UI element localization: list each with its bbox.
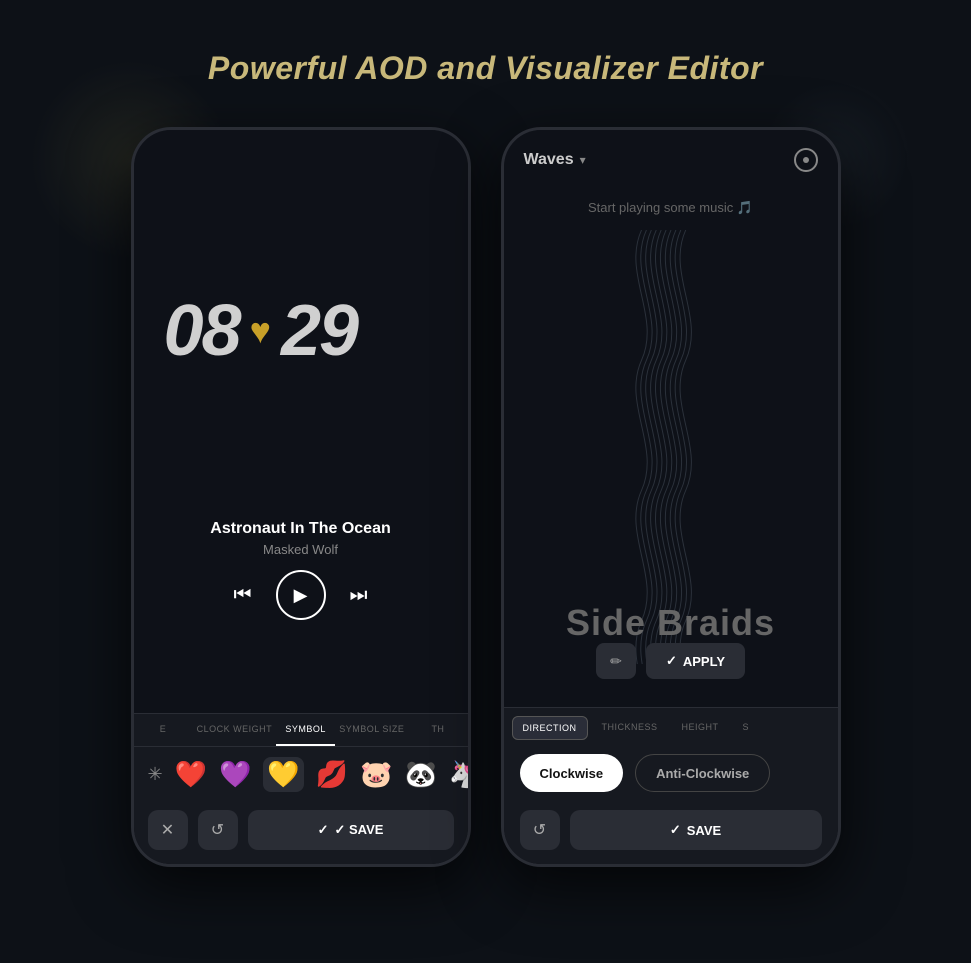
- clockwise-label: Clockwise: [540, 766, 604, 781]
- apply-checkmark-icon: ✓: [666, 653, 677, 669]
- tab-s[interactable]: S: [733, 716, 760, 740]
- right-phone: Waves ▾ Start playing some music 🎵: [501, 127, 841, 867]
- right-tab-bar: DIRECTION THICKNESS HEIGHT S: [504, 708, 838, 740]
- left-action-bar: ✕ ↺ ✓ ✓ SAVE: [134, 802, 468, 864]
- tab-e[interactable]: E: [134, 714, 193, 746]
- emoji-lips[interactable]: 💋: [316, 759, 348, 790]
- right-action-bar: ↺ ✓ SAVE: [504, 806, 838, 864]
- song-info: Astronaut In The Ocean Masked Wolf: [134, 520, 468, 557]
- tab-direction[interactable]: DIRECTION: [512, 716, 588, 740]
- visualizer: [504, 230, 838, 664]
- reset-button[interactable]: ↺: [198, 810, 238, 850]
- tab-height[interactable]: HEIGHT: [672, 716, 729, 740]
- next-button[interactable]: ⏭: [350, 584, 368, 607]
- emoji-pig[interactable]: 🐷: [360, 759, 392, 790]
- right-bottom-panel: DIRECTION THICKNESS HEIGHT S Clockwise A…: [504, 707, 838, 864]
- apply-button[interactable]: ✓ APPLY: [646, 643, 745, 679]
- page-title: Powerful AOD and Visualizer Editor: [208, 50, 763, 87]
- right-save-checkmark-icon: ✓: [670, 822, 681, 838]
- clock-hours: 08: [164, 290, 240, 372]
- emoji-row: ✳ ❤️ 💜 💛 💋 🐷 🐼 🦄: [134, 747, 468, 802]
- song-title: Astronaut In The Ocean: [134, 520, 468, 538]
- anti-clockwise-label: Anti-Clockwise: [656, 766, 749, 781]
- emoji-heart-red[interactable]: ❤️: [175, 759, 207, 790]
- save-label: ✓ SAVE: [334, 822, 383, 838]
- player-controls: ⏮ ▶ ⏭: [134, 570, 468, 620]
- tab-thickness[interactable]: THICKNESS: [592, 716, 668, 740]
- apply-label: APPLY: [683, 654, 725, 669]
- waves-dropdown[interactable]: Waves ▾: [524, 151, 586, 169]
- phones-container: 08 ♥ 29 Astronaut In The Ocean Masked Wo…: [131, 127, 841, 867]
- music-hint: Start playing some music 🎵: [504, 200, 838, 216]
- emoji-cross-icon: ✳: [148, 764, 163, 785]
- edit-button[interactable]: ✏: [596, 643, 636, 679]
- visualizer-title: Side Braids: [504, 602, 838, 644]
- close-button[interactable]: ✕: [148, 810, 188, 850]
- emoji-unicorn[interactable]: 🦄: [449, 759, 468, 790]
- tab-bar: E CLOCK WEIGHT SYMBOL SYMBOL SIZE TH: [134, 714, 468, 747]
- direction-buttons: Clockwise Anti-Clockwise: [504, 740, 838, 806]
- save-checkmark-icon: ✓: [318, 822, 329, 838]
- song-artist: Masked Wolf: [134, 542, 468, 557]
- play-button[interactable]: ▶: [276, 570, 326, 620]
- chevron-down-icon: ▾: [580, 153, 586, 167]
- tab-symbol-size[interactable]: SYMBOL SIZE: [335, 714, 408, 746]
- left-bottom-panel: E CLOCK WEIGHT SYMBOL SYMBOL SIZE TH ✳ ❤…: [134, 713, 468, 864]
- tab-th[interactable]: TH: [408, 714, 467, 746]
- clock-minutes: 29: [281, 290, 357, 372]
- settings-dot-inner: [803, 157, 809, 163]
- left-phone-screen: 08 ♥ 29 Astronaut In The Ocean Masked Wo…: [134, 130, 468, 864]
- right-save-button[interactable]: ✓ SAVE: [570, 810, 822, 850]
- anti-clockwise-button[interactable]: Anti-Clockwise: [635, 754, 770, 792]
- right-header: Waves ▾: [524, 148, 818, 172]
- apply-row: ✏ ✓ APPLY: [504, 643, 838, 679]
- emoji-heart-yellow[interactable]: 💛: [263, 757, 303, 792]
- save-button[interactable]: ✓ ✓ SAVE: [248, 810, 454, 850]
- right-reset-button[interactable]: ↺: [520, 810, 560, 850]
- settings-icon[interactable]: [794, 148, 818, 172]
- emoji-heart-purple[interactable]: 💜: [219, 759, 251, 790]
- clock-display: 08 ♥ 29: [164, 290, 358, 372]
- emoji-panda[interactable]: 🐼: [404, 759, 436, 790]
- tab-clock-weight[interactable]: CLOCK WEIGHT: [193, 714, 277, 746]
- prev-button[interactable]: ⏮: [234, 584, 252, 607]
- right-phone-screen: Waves ▾ Start playing some music 🎵: [504, 130, 838, 864]
- right-save-label: SAVE: [687, 823, 721, 838]
- waves-label: Waves: [524, 151, 574, 169]
- left-phone: 08 ♥ 29 Astronaut In The Ocean Masked Wo…: [131, 127, 471, 867]
- clockwise-button[interactable]: Clockwise: [520, 754, 624, 792]
- tab-symbol[interactable]: SYMBOL: [276, 714, 335, 746]
- clock-separator: ♥: [250, 310, 271, 352]
